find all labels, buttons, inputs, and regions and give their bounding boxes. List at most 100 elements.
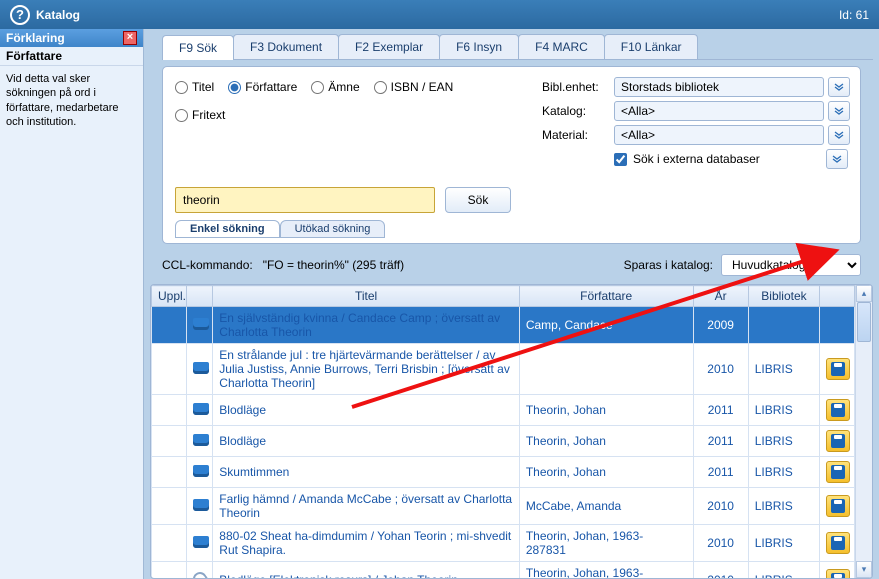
filter-grid: Bibl.enhet: Storstads bibliotek Katalog:…	[542, 77, 848, 169]
catalog-value[interactable]: <Alla>	[614, 101, 824, 121]
catalog-expand-icon[interactable]	[828, 101, 850, 121]
search-input[interactable]	[175, 187, 435, 213]
radio-input-0[interactable]	[175, 81, 188, 94]
side-panel-header: Förklaring ×	[0, 29, 143, 47]
cell-title[interactable]: En självständig kvinna / Candace Camp ; …	[213, 307, 520, 344]
col-uppl[interactable]: Uppl.	[152, 286, 187, 307]
cell-year: 2010	[693, 488, 748, 525]
scroll-up-icon[interactable]: ▴	[856, 285, 872, 302]
scroll-down-icon[interactable]: ▾	[856, 561, 872, 578]
cell-save	[820, 525, 855, 562]
cell-uppl	[152, 307, 187, 344]
cell-title[interactable]: Blodläge	[213, 426, 520, 457]
material-value[interactable]: <Alla>	[614, 125, 824, 145]
cell-author: Theorin, Johan, 1963- 287831	[519, 562, 693, 579]
side-panel-subhead: Författare	[0, 47, 143, 66]
cell-title[interactable]: Blodläge	[213, 395, 520, 426]
cell-title[interactable]: Skumtimmen	[213, 457, 520, 488]
help-icon: ?	[10, 5, 30, 25]
table-row[interactable]: BlodlägeTheorin, Johan2011LIBRIS	[152, 426, 855, 457]
radio-input-3[interactable]	[374, 81, 387, 94]
side-panel-title: Förklaring	[6, 31, 65, 45]
close-icon[interactable]: ×	[123, 31, 137, 45]
tab-3[interactable]: F6 Insyn	[439, 34, 519, 59]
floppy-icon	[831, 573, 845, 578]
material-label: Material:	[542, 128, 614, 142]
unit-value[interactable]: Storstads bibliotek	[614, 77, 824, 97]
cell-author: Theorin, Johan	[519, 395, 693, 426]
col-author[interactable]: Författare	[519, 286, 693, 307]
radio-input-4[interactable]	[175, 109, 188, 122]
results-table-wrap: Uppl. Titel Författare År Bibliotek En s…	[150, 284, 873, 579]
tab-5[interactable]: F10 Länkar	[604, 34, 699, 59]
scroll-thumb[interactable]	[857, 302, 871, 342]
radio-4[interactable]: Fritext	[175, 108, 225, 122]
radio-3[interactable]: ISBN / EAN	[374, 80, 454, 94]
tab-0[interactable]: F9 Sök	[162, 35, 234, 60]
window-title: Katalog	[36, 8, 80, 22]
col-year[interactable]: År	[693, 286, 748, 307]
attachment-icon	[186, 562, 213, 579]
cell-title[interactable]: 880-02 Sheat ha-dimdumim / Yohan Teorin …	[213, 525, 520, 562]
cell-title[interactable]: Farlig hämnd / Amanda McCabe ; översatt …	[213, 488, 520, 525]
search-panel: Titel Författare Ämne ISBN / EAN Fritext Bib…	[162, 66, 861, 244]
scroll-track[interactable]	[856, 302, 872, 561]
radio-label-3: ISBN / EAN	[391, 80, 454, 94]
cell-lib: LIBRIS	[748, 562, 820, 579]
tab-4[interactable]: F4 MARC	[518, 34, 605, 59]
cell-title[interactable]: Blodläge [Elektronisk resurs] / Johan Th…	[213, 562, 520, 579]
radio-0[interactable]: Titel	[175, 80, 214, 94]
book-icon	[186, 344, 213, 395]
unit-expand-icon[interactable]	[828, 77, 850, 97]
col-save-spacer	[820, 286, 855, 307]
external-db-checkbox[interactable]	[614, 153, 627, 166]
radio-2[interactable]: Ämne	[311, 80, 359, 94]
cell-title[interactable]: En strålande jul : tre hjärtevärmande be…	[213, 344, 520, 395]
cell-author: Theorin, Johan	[519, 457, 693, 488]
table-row[interactable]: 880-02 Sheat ha-dimdumim / Yohan Teorin …	[152, 525, 855, 562]
side-panel: Förklaring × Författare Vid detta val sk…	[0, 29, 144, 579]
save-button[interactable]	[826, 358, 850, 380]
save-button[interactable]	[826, 399, 850, 421]
save-button[interactable]	[826, 495, 850, 517]
table-row[interactable]: BlodlägeTheorin, Johan2011LIBRIS	[152, 395, 855, 426]
cell-year: 2009	[693, 307, 748, 344]
cell-uppl	[152, 344, 187, 395]
cell-year: 2010	[693, 562, 748, 579]
ccl-row: CCL-kommando: "FO = theorin%" (295 träff…	[150, 248, 873, 280]
tab-2[interactable]: F2 Exemplar	[338, 34, 440, 59]
table-row[interactable]: En självständig kvinna / Candace Camp ; …	[152, 307, 855, 344]
col-title[interactable]: Titel	[213, 286, 520, 307]
book-icon	[186, 395, 213, 426]
unit-label: Bibl.enhet:	[542, 80, 614, 94]
cell-save	[820, 488, 855, 525]
radio-input-1[interactable]	[228, 81, 241, 94]
cell-lib: LIBRIS	[748, 426, 820, 457]
table-row[interactable]: Farlig hämnd / Amanda McCabe ; översatt …	[152, 488, 855, 525]
radio-input-2[interactable]	[311, 81, 324, 94]
material-expand-icon[interactable]	[828, 125, 850, 145]
cell-author	[519, 344, 693, 395]
search-button[interactable]: Sök	[445, 187, 511, 213]
save-button[interactable]	[826, 461, 850, 483]
subtab-1[interactable]: Utökad sökning	[280, 220, 386, 238]
table-row[interactable]: En strålande jul : tre hjärtevärmande be…	[152, 344, 855, 395]
workarea: Förklaring × Författare Vid detta val sk…	[0, 29, 879, 579]
vertical-scrollbar[interactable]: ▴ ▾	[855, 285, 872, 578]
save-button[interactable]	[826, 532, 850, 554]
radio-1[interactable]: Författare	[228, 80, 297, 94]
subtab-0[interactable]: Enkel sökning	[175, 220, 280, 238]
table-row[interactable]: SkumtimmenTheorin, Johan2011LIBRIS	[152, 457, 855, 488]
tab-1[interactable]: F3 Dokument	[233, 34, 339, 59]
floppy-icon	[831, 499, 845, 513]
save-button[interactable]	[826, 569, 850, 578]
cell-lib: LIBRIS	[748, 488, 820, 525]
save-button[interactable]	[826, 430, 850, 452]
floppy-icon	[831, 536, 845, 550]
cell-year: 2011	[693, 457, 748, 488]
col-lib[interactable]: Bibliotek	[748, 286, 820, 307]
external-db-label[interactable]: Sök i externa databaser	[633, 152, 760, 166]
external-expand-icon[interactable]	[826, 149, 848, 169]
table-row[interactable]: Blodläge [Elektronisk resurs] / Johan Th…	[152, 562, 855, 579]
spara-select[interactable]: Huvudkatalog	[721, 254, 861, 276]
